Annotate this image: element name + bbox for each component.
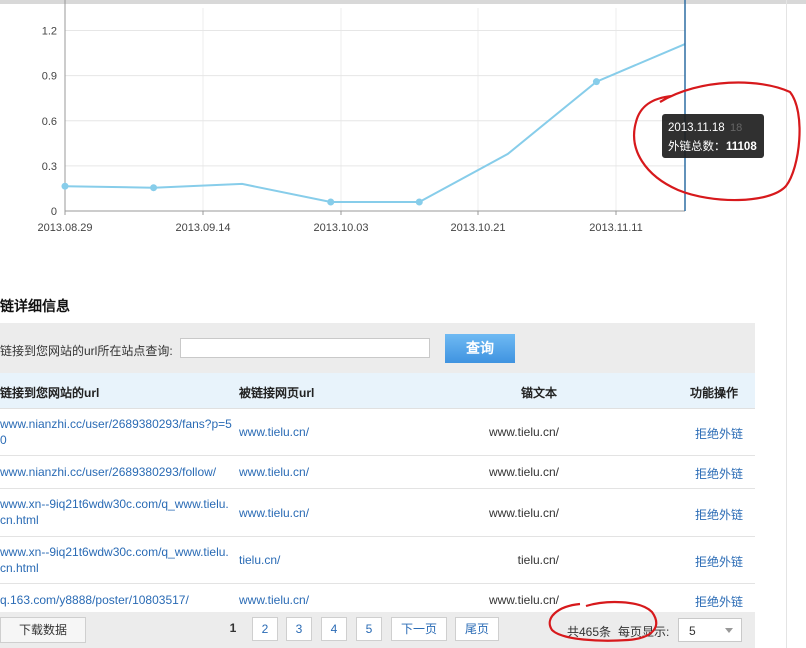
- y-tick-label: 1.2: [42, 26, 57, 38]
- source-url-link[interactable]: www.xn--9iq21t6wdw30c.com/q_www.tielu.cn…: [0, 544, 232, 576]
- table-row: www.nianzhi.cc/user/2689380293/follow/ww…: [0, 456, 755, 489]
- tooltip-date: 2013.11.18: [668, 122, 725, 134]
- series-line: [64, 43, 686, 203]
- tooltip-label: 外链总数：: [668, 139, 726, 153]
- table-row: www.xn--9iq21t6wdw30c.com/q_www.tielu.cn…: [0, 537, 755, 584]
- data-point: [61, 182, 69, 190]
- data-point: [327, 198, 335, 206]
- reject-backlink-button[interactable]: 拒绝外链: [695, 593, 743, 610]
- y-tick-label: 0.6: [42, 116, 57, 128]
- anchor-text: www.tielu.cn/: [488, 425, 559, 439]
- linked-page-url-link[interactable]: www.tielu.cn/: [239, 593, 309, 607]
- table-row: www.xn--9iq21t6wdw30c.com/q_www.tielu.cn…: [0, 489, 755, 537]
- per-page-select[interactable]: 5: [678, 618, 742, 642]
- last-page-button[interactable]: 尾页: [455, 617, 499, 641]
- anchor-text: tielu.cn/: [517, 553, 559, 567]
- data-point: [415, 198, 423, 206]
- reject-backlink-button[interactable]: 拒绝外链: [695, 425, 743, 442]
- anchor-text: www.tielu.cn/: [488, 593, 559, 607]
- column-header-anchor-text: 锚文本: [521, 386, 558, 400]
- table-body: www.nianzhi.cc/user/2689380293/fans?p=50…: [0, 409, 755, 617]
- x-tick-label: 2013.09.14: [175, 222, 230, 234]
- chevron-down-icon: [725, 628, 733, 633]
- x-tick-label: 2013.08.29: [37, 222, 92, 234]
- y-tick-label: 0: [51, 206, 57, 218]
- download-data-button[interactable]: 下载数据: [0, 617, 86, 643]
- linked-page-url-link[interactable]: tielu.cn/: [239, 553, 280, 567]
- data-point: [592, 78, 600, 86]
- reject-backlink-button[interactable]: 拒绝外链: [695, 506, 743, 523]
- next-page-button[interactable]: 下一页: [391, 617, 447, 641]
- section-title: 链详细信息: [0, 298, 70, 314]
- page-3-button[interactable]: 3: [286, 617, 312, 641]
- search-bar: 链接到您网站的url所在站点查询: 查询: [0, 323, 755, 373]
- search-label: 链接到您网站的url所在站点查询:: [0, 344, 173, 358]
- anchor-text: www.tielu.cn/: [488, 505, 559, 520]
- linked-page-url-link[interactable]: www.tielu.cn/: [239, 465, 309, 479]
- column-header-source-url: 链接到您网站的url: [0, 386, 100, 400]
- tooltip-value: 11108: [726, 141, 757, 153]
- page-2-button[interactable]: 2: [252, 617, 278, 641]
- y-tick-label: 0.3: [42, 161, 57, 173]
- tooltip-shadow-text: 18: [730, 122, 742, 134]
- table-row: www.nianzhi.cc/user/2689380293/fans?p=50…: [0, 409, 755, 456]
- x-tick-label: 2013.11.11: [589, 222, 642, 234]
- y-tick-label: 0.9: [42, 71, 57, 83]
- per-page-label: 每页显示:: [618, 625, 670, 639]
- search-input[interactable]: [180, 338, 430, 358]
- anchor-text: www.tielu.cn/: [488, 465, 559, 479]
- x-tick-label: 2013.10.21: [450, 222, 505, 234]
- page-1-current: 1: [229, 621, 237, 635]
- linked-page-url-link[interactable]: www.tielu.cn/: [239, 425, 309, 439]
- x-tick-label: 2013.10.03: [313, 222, 368, 234]
- per-page-value: 5: [689, 624, 696, 638]
- source-url-link[interactable]: www.nianzhi.cc/user/2689380293/fans?p=50: [0, 416, 232, 448]
- column-header-linked-url: 被链接网页url: [239, 386, 315, 400]
- table-header: 链接到您网站的url 被链接网页url 锚文本 功能操作: [0, 373, 755, 409]
- search-button[interactable]: 查询: [445, 334, 515, 363]
- backlink-trend-chart: 0 0.3 0.6 0.9 1.2 2013.08.29 2013.09.14 2013.10…: [37, 0, 764, 234]
- backlink-table: 链接到您网站的url 被链接网页url 锚文本 功能操作 www.nianzhi…: [0, 373, 755, 617]
- linked-page-url-link[interactable]: www.tielu.cn/: [239, 506, 309, 520]
- data-point: [150, 184, 158, 192]
- source-url-link[interactable]: www.xn--9iq21t6wdw30c.com/q_www.tielu.cn…: [0, 496, 232, 528]
- total-count: 共465条: [567, 625, 612, 639]
- reject-backlink-button[interactable]: 拒绝外链: [695, 553, 743, 570]
- page-4-button[interactable]: 4: [321, 617, 347, 641]
- reject-backlink-button[interactable]: 拒绝外链: [695, 465, 743, 482]
- table-footer: 下载数据 1 2 3 4 5 下一页 尾页 共465条 每页显示: 5: [0, 612, 755, 648]
- source-url-link[interactable]: q.163.com/y8888/poster/10803517/: [0, 592, 232, 608]
- source-url-link[interactable]: www.nianzhi.cc/user/2689380293/follow/: [0, 464, 232, 480]
- page-5-button[interactable]: 5: [356, 617, 382, 641]
- column-header-actions: 功能操作: [690, 386, 739, 400]
